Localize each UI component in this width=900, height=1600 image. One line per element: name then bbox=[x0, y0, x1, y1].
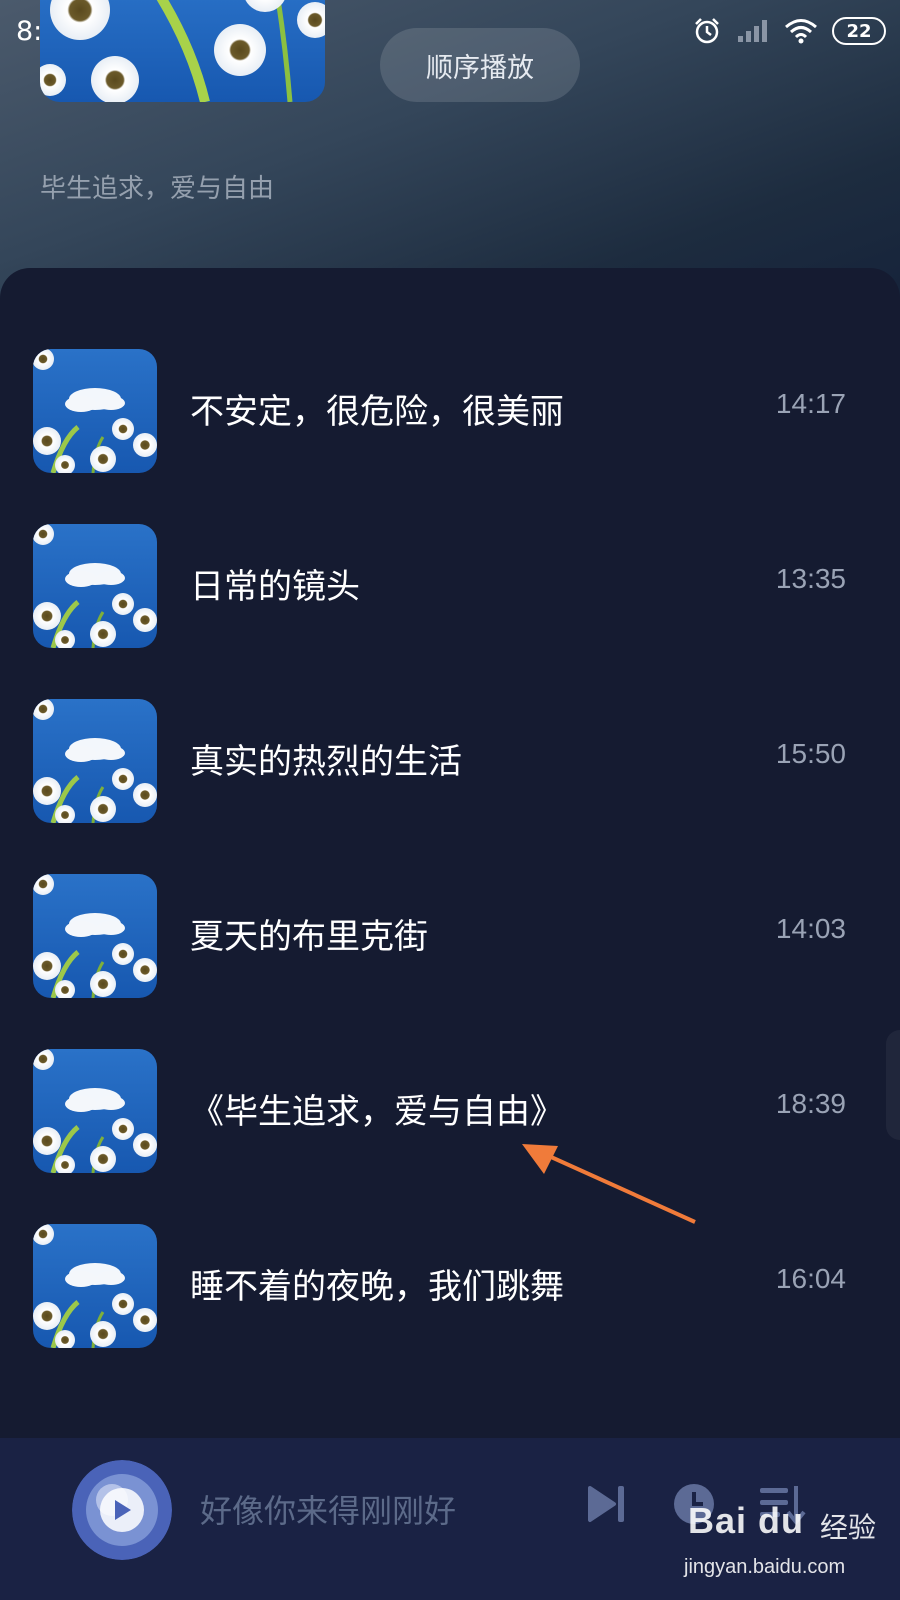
annotation-arrow-icon bbox=[522, 1144, 696, 1224]
play-mode-button[interactable]: 顺序播放 bbox=[380, 28, 580, 102]
album-cover bbox=[40, 0, 325, 102]
list-item[interactable]: 夏天的布里克街 14:03 bbox=[0, 855, 900, 1005]
watermark-text: 经验 bbox=[820, 1511, 877, 1544]
album-subtitle: 毕生追求，爱与自由 bbox=[40, 174, 275, 204]
track-title: 睡不着的夜晚，我们跳舞 bbox=[190, 1267, 564, 1307]
track-title: 真实的热烈的生活 bbox=[190, 742, 462, 782]
track-duration: 16:04 bbox=[775, 1263, 846, 1294]
battery-level: 22 bbox=[846, 20, 872, 42]
status-icons: 22 bbox=[692, 16, 886, 46]
track-duration: 13:35 bbox=[775, 563, 846, 594]
track-title: 日常的镜头 bbox=[190, 567, 360, 607]
watermark-logo: Bai du bbox=[688, 1500, 805, 1541]
track-title: 不安定，很危险，很美丽 bbox=[190, 392, 564, 432]
play-icon[interactable] bbox=[100, 1488, 144, 1532]
track-thumbnail bbox=[33, 524, 157, 648]
track-duration: 18:39 bbox=[775, 1088, 846, 1119]
list-item[interactable]: 不安定，很危险，很美丽 14:17 bbox=[0, 330, 900, 480]
now-playing-title: 好像你来得刚刚好 bbox=[200, 1492, 457, 1530]
track-thumbnail bbox=[33, 1049, 157, 1173]
track-thumbnail bbox=[33, 1224, 157, 1348]
alarm-icon bbox=[695, 18, 719, 44]
skip-next-icon[interactable] bbox=[586, 1482, 628, 1526]
track-title: 夏天的布里克街 bbox=[190, 917, 428, 957]
side-drawer-handle[interactable] bbox=[886, 1030, 900, 1140]
track-duration: 15:50 bbox=[775, 738, 846, 769]
battery-icon: 22 bbox=[832, 17, 886, 45]
wifi-icon bbox=[785, 19, 817, 44]
now-playing-disc[interactable] bbox=[72, 1460, 172, 1560]
watermark-url: jingyan.baidu.com bbox=[684, 1556, 846, 1578]
track-title: 《毕生追求，爱与自由》 bbox=[190, 1092, 564, 1132]
list-item[interactable]: 日常的镜头 13:35 bbox=[0, 505, 900, 655]
signal-icon bbox=[738, 20, 767, 42]
track-thumbnail bbox=[33, 349, 157, 473]
list-item[interactable]: 睡不着的夜晚，我们跳舞 16:04 bbox=[0, 1205, 900, 1355]
track-list-panel: 不安定，很危险，很美丽 14:17 日常的镜头 13:35 真实的热烈的生活 1… bbox=[0, 268, 900, 1438]
list-item[interactable]: 真实的热烈的生活 15:50 bbox=[0, 680, 900, 830]
list-item[interactable]: 《毕生追求，爱与自由》 18:39 bbox=[0, 1030, 900, 1180]
baidu-jingyan-watermark: Bai du 经验 jingyan.baidu.com bbox=[680, 1490, 890, 1590]
track-thumbnail bbox=[33, 699, 157, 823]
track-duration: 14:17 bbox=[775, 388, 846, 419]
track-thumbnail bbox=[33, 874, 157, 998]
track-duration: 14:03 bbox=[775, 913, 846, 944]
